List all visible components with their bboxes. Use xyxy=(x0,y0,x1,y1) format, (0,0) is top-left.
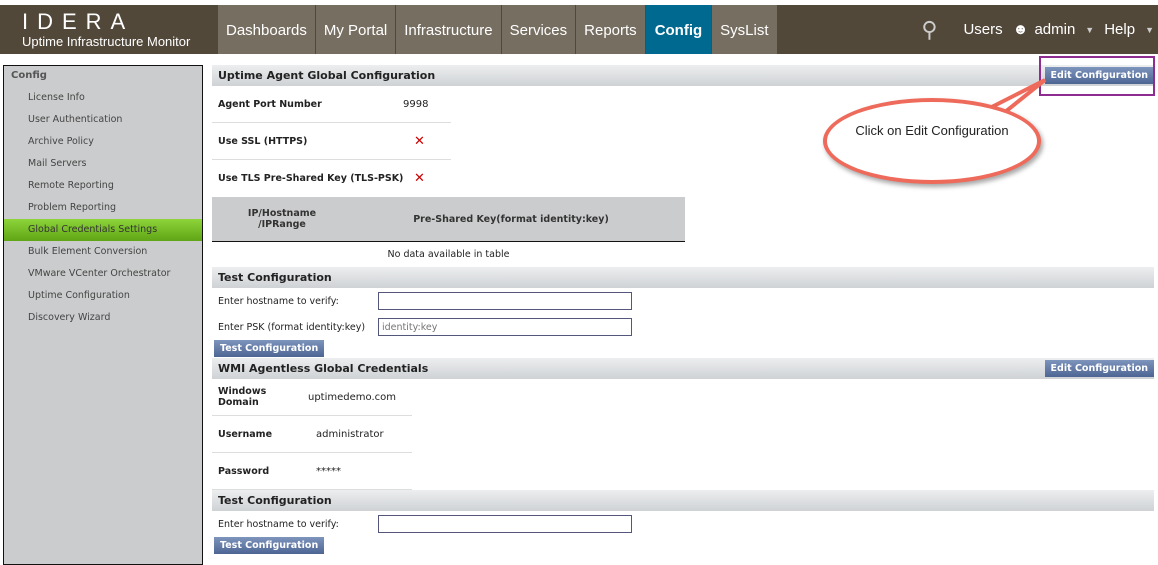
hostname-input-2[interactable] xyxy=(378,515,632,533)
sidebar-item-remote-reporting[interactable]: Remote Reporting xyxy=(4,175,202,197)
chevron-down-icon[interactable]: ▼ xyxy=(1145,25,1154,35)
search-icon[interactable]: ⚲ xyxy=(921,17,937,43)
domain-row: Windows Domain uptimedemo.com xyxy=(212,379,412,416)
tab-my-portal[interactable]: My Portal xyxy=(315,5,397,54)
chevron-down-icon[interactable]: ▼ xyxy=(1085,25,1094,35)
sidebar-item-problem-reporting[interactable]: Problem Reporting xyxy=(4,197,202,219)
tls-row: Use TLS Pre-Shared Key (TLS-PSK) ✕ xyxy=(218,171,425,186)
top-bar: IDERA Uptime Infrastructure Monitor Dash… xyxy=(0,5,1158,54)
sidebar-item-user-authentication[interactable]: User Authentication xyxy=(4,109,202,131)
wmi-header: WMI Agentless Global Credentials Edit Co… xyxy=(212,358,1154,379)
tab-dashboards[interactable]: Dashboards xyxy=(218,5,316,54)
sidebar: Config License Info User Authentication … xyxy=(3,65,203,565)
sidebar-item-archive-policy[interactable]: Archive Policy xyxy=(4,131,202,153)
sidebar-item-global-credentials[interactable]: Global Credentials Settings xyxy=(4,219,202,241)
empty-table-message: No data available in table xyxy=(387,249,510,260)
disabled-x-icon: ✕ xyxy=(414,133,425,149)
agent-port-value: 9998 xyxy=(403,98,429,110)
user-menu[interactable]: admin xyxy=(1034,21,1075,38)
sidebar-item-bulk-element-conversion[interactable]: Bulk Element Conversion xyxy=(4,241,202,263)
user-icon: ☻ xyxy=(1012,21,1029,38)
test-configuration-button[interactable]: Test Configuration xyxy=(214,340,325,357)
tab-syslist[interactable]: SysList xyxy=(712,5,778,54)
sidebar-item-mail-servers[interactable]: Mail Servers xyxy=(4,153,202,175)
wmi-edit-configuration-button[interactable]: Edit Configuration xyxy=(1044,360,1154,377)
callout-bubble: Click on Edit Configuration xyxy=(823,98,1041,184)
highlight-box xyxy=(1039,56,1155,96)
column-ip-hostname[interactable]: IP/Hostname /IPRange xyxy=(212,208,337,230)
column-psk[interactable]: Pre-Shared Key(format identity:key) xyxy=(337,214,685,225)
password-row: Password ***** xyxy=(212,453,412,490)
sidebar-item-uptime-configuration[interactable]: Uptime Configuration xyxy=(4,285,202,307)
tab-infrastructure[interactable]: Infrastructure xyxy=(396,5,502,54)
tab-services[interactable]: Services xyxy=(501,5,577,54)
test-config-header-2: Test Configuration xyxy=(212,490,1154,511)
sidebar-item-license-info[interactable]: License Info xyxy=(4,87,202,109)
hostname-input[interactable] xyxy=(378,292,632,310)
tab-config[interactable]: Config xyxy=(645,5,713,54)
username-row: Username administrator xyxy=(212,416,412,453)
help-menu[interactable]: Help xyxy=(1104,21,1135,38)
psk-input[interactable] xyxy=(378,318,632,336)
tab-reports[interactable]: Reports xyxy=(576,5,646,54)
sidebar-item-vmware-orchestrator[interactable]: VMware VCenter Orchestrator xyxy=(4,263,202,285)
users-link[interactable]: Users xyxy=(963,21,1002,38)
psk-table-header: IP/Hostname /IPRange Pre-Shared Key(form… xyxy=(212,197,685,242)
logo[interactable]: IDERA Uptime Infrastructure Monitor xyxy=(22,11,190,50)
ssl-row: Use SSL (HTTPS) ✕ xyxy=(212,123,451,160)
main-nav: Dashboards My Portal Infrastructure Serv… xyxy=(218,5,778,54)
sidebar-title: Config xyxy=(11,70,47,81)
disabled-x-icon: ✕ xyxy=(414,171,425,186)
agent-port-row: Agent Port Number 9998 xyxy=(212,86,451,123)
test-config-header: Test Configuration xyxy=(212,267,1154,288)
section-title: Uptime Agent Global Configuration xyxy=(218,69,436,82)
sidebar-item-discovery-wizard[interactable]: Discovery Wizard xyxy=(4,307,202,329)
test-configuration-button-2[interactable]: Test Configuration xyxy=(214,537,325,554)
